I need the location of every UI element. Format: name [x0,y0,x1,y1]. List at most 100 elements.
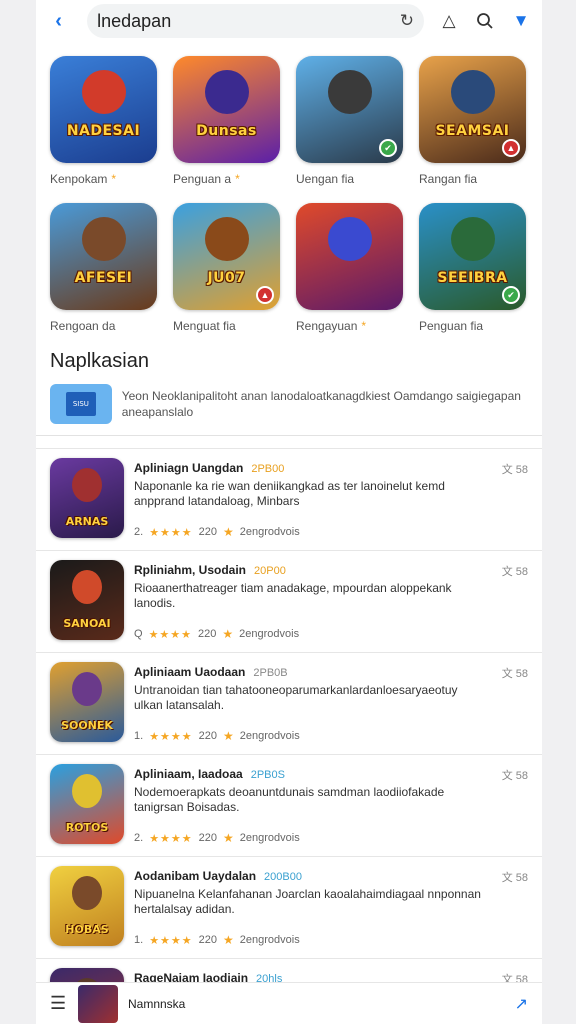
list-item-thumbnail[interactable]: HOBAS [50,866,124,946]
app-tile-artwork[interactable]: ✔ [296,56,403,163]
app-tile-artwork[interactable]: JU07 ▲ [173,203,280,310]
app-tile-name: Kenpokam [50,172,108,186]
list-item-title: Apliniaam Uaodaan 2PB0B [134,665,288,679]
app-tile[interactable]: Rengayuan * [296,203,403,333]
list-item-title: Aodanibam Uaydalan 200B00 [134,869,302,883]
app-tile-artwork[interactable]: Dunsas [173,56,280,163]
character-figure [205,217,249,261]
rating-score: 220 [198,526,217,538]
list-item-meta: Q ★★★★ 220 ★ 2engrodvois [134,627,299,641]
app-tile-logo-text: AFESEI [74,270,133,286]
grid-row-2: AFESEI Rengoan da JU07 ▲ Menguat fia Rengayua… [50,203,526,333]
star-icon: ★ [223,729,234,743]
app-tile-name: Menguat fia [173,319,236,333]
list-item-side-info: 文 58 [501,464,528,476]
rating-stars-icon: ★★★★ [149,832,193,845]
app-tile-artwork[interactable]: SEAMSAI ▲ [419,56,526,163]
list-item[interactable]: SANOAI Rpliniahm, Usodain 20P00 文 58 Rioaane… [36,550,542,652]
rating-stars-icon: ★★★★ [148,628,193,641]
app-tile[interactable]: ✔ Uengan fia [296,56,403,186]
app-list: ARNAS Apliniagn Uangdan 2PB00 文 58 Naponanle… [36,448,542,1024]
refresh-icon[interactable]: ↻ [400,11,414,31]
rank-number: 1. [134,934,144,946]
search-icon[interactable] [474,10,496,32]
app-tile[interactable]: Dunsas Penguan a * [173,56,280,186]
app-tile-logo-text: JU07 [207,270,246,286]
thumbnail-logo-text: SOONEK [61,719,113,732]
list-item-name: Apliniaam Uaodaan [134,665,246,679]
list-item-thumbnail[interactable]: SANOAI [50,560,124,640]
status-badge-icon: ▲ [256,286,274,304]
character-figure [451,70,495,114]
rating-stars-icon: ★★★★ [149,934,193,947]
app-screen: ‹ lnedapan ↻ △ ▼ NADESAI Kenpokam * Dunsas P… [36,0,542,1024]
character-figure [72,876,102,910]
app-tile-name: Rengayuan [296,319,358,333]
star-icon: * [235,172,240,186]
list-item-meta: 2. ★★★★ 220 ★ 2engrodvois [134,831,300,845]
trending-icon[interactable]: ↗ [515,994,528,1014]
search-query[interactable]: lnedapan [97,11,400,32]
character-figure [72,570,102,604]
app-tile[interactable]: SEAMSAI ▲ Rangan fia [419,56,526,186]
app-tile-artwork[interactable]: NADESAI [50,56,157,163]
list-item-description: Untranoidan tian tahatooneoparumarkanlar… [134,683,458,712]
app-tile-caption: Rangan fia [419,172,526,186]
rank-number: 1. [134,730,144,742]
thumbnail-logo-text: SANOAI [63,617,111,630]
featured-grid: NADESAI Kenpokam * Dunsas Penguan a * ✔ Uengan … [36,42,542,436]
filter-icon[interactable]: ▼ [510,10,532,32]
list-item-description: Naponanle ka rie wan deniikangkad as ter… [134,479,445,508]
list-item-name: Apliniagn Uangdan [134,461,244,475]
rating-label: 2engrodvois [239,934,300,946]
info-banner[interactable]: SISU Yeon Neoklanipalitoht anan lanodalo… [50,384,528,424]
app-tile-caption: Kenpokam * [50,172,157,186]
list-item-thumbnail[interactable]: SOONEK [50,662,124,742]
app-tile-artwork[interactable] [296,203,403,310]
character-figure [451,217,495,261]
thumbnail-logo-text: ARNAS [65,515,109,528]
rating-label: 2engrodvois [239,730,300,742]
app-tile[interactable]: NADESAI Kenpokam * [50,56,157,186]
character-figure [82,217,126,261]
app-tile-caption: Rengayuan * [296,319,403,333]
list-item-tag: 20P00 [254,565,286,577]
app-tile[interactable]: SEEIBRA ✔ Penguan fia [419,203,526,333]
rating-score: 220 [198,628,217,640]
list-item-side-info: 文 58 [501,872,528,884]
app-tile-caption: Rengoan da [50,319,157,333]
app-tile-name: Rangan fia [419,172,478,186]
rating-stars-icon: ★★★★ [149,526,193,539]
rating-score: 220 [198,832,217,844]
back-arrow-icon[interactable]: ‹ [46,8,71,34]
star-icon: * [111,172,117,186]
list-item[interactable]: HOBAS Aodanibam Uaydalan 200B00 文 58 Nipuane… [36,856,542,958]
rating-score: 220 [198,730,217,742]
list-item-description: Nipuanelna Kelanfahanan Joarclan kaoalah… [134,887,481,916]
list-item[interactable]: ROTOS Apliniaam, Iaadoaa 2PB0S 文 58 Nodemoer… [36,754,542,856]
character-figure [72,672,102,706]
search-bar[interactable]: lnedapan ↻ [87,4,424,38]
character-figure [205,70,249,114]
list-item-side-info: 文 58 [501,770,528,782]
app-tile-logo-text: Dunsas [196,123,257,139]
app-tile-artwork[interactable]: AFESEI [50,203,157,310]
app-tile-artwork[interactable]: SEEIBRA ✔ [419,203,526,310]
list-item[interactable]: ARNAS Apliniagn Uangdan 2PB00 文 58 Naponanle… [36,448,542,550]
app-tile[interactable]: AFESEI Rengoan da [50,203,157,333]
list-item-thumbnail[interactable]: ROTOS [50,764,124,844]
rating-score: 220 [198,934,217,946]
list-item[interactable]: SOONEK Apliniaam Uaodaan 2PB0B 文 58 Untranoi… [36,652,542,754]
app-tile-logo-text: NADESAI [66,123,141,139]
warning-icon[interactable]: △ [438,10,460,32]
menu-icon[interactable]: ☰ [50,993,70,1014]
app-tile[interactable]: JU07 ▲ Menguat fia [173,203,280,333]
star-icon: * [361,319,367,333]
star-icon: ★ [223,525,234,539]
list-item-meta: 2. ★★★★ 220 ★ 2engrodvois [134,525,300,539]
top-bar: ‹ lnedapan ↻ △ ▼ [36,0,542,42]
now-playing-thumbnail[interactable] [78,984,118,1023]
app-tile-caption: Uengan fia [296,172,403,186]
list-item-meta: 1. ★★★★ 220 ★ 2engrodvois [134,933,300,947]
list-item-thumbnail[interactable]: ARNAS [50,458,124,538]
